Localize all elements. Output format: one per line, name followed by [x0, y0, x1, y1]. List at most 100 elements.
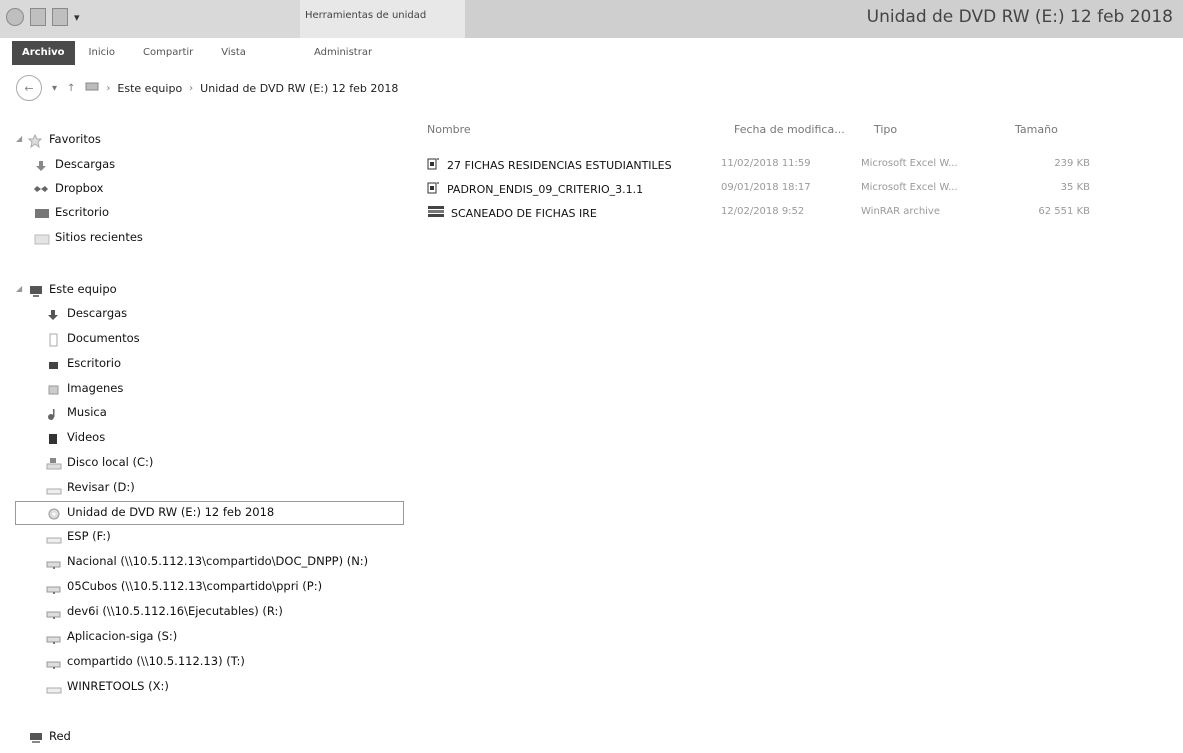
winrar-icon: [427, 205, 445, 222]
expand-arrow-icon[interactable]: ◢: [16, 277, 28, 301]
tree-item-descargas[interactable]: Descargas: [34, 301, 127, 325]
file-type: Microsoft Excel W...: [861, 182, 958, 193]
download-icon: [46, 306, 62, 320]
network-drive-icon: [46, 604, 62, 619]
tree-label: Aplicacion-siga (S:): [67, 629, 178, 643]
tree-item-disco-local-c[interactable]: Disco local (C:): [34, 450, 153, 474]
file-size: 35 KB: [1060, 182, 1090, 193]
file-name: 27 FICHAS RESIDENCIAS ESTUDIANTILES: [447, 159, 672, 172]
tree-label: Sitios recientes: [55, 230, 143, 244]
network-drive-icon: [46, 629, 62, 644]
tree-label: Red: [49, 729, 71, 743]
tree-item-sitios-recientes[interactable]: Sitios recientes: [34, 225, 143, 249]
desktop-icon: [34, 205, 50, 219]
chevron-right-icon: ›: [189, 82, 194, 94]
documents-icon: [46, 331, 62, 347]
tree-label: Revisar (D:): [67, 480, 135, 494]
excel-icon: [427, 181, 441, 198]
download-icon: [34, 157, 50, 171]
tree-item-documentos[interactable]: Documentos: [34, 326, 140, 350]
new-folder-icon[interactable]: [52, 8, 68, 26]
network-drive-icon: [46, 579, 62, 594]
system-menu-icon[interactable]: [6, 8, 24, 26]
tree-item-aplicacion-siga-s[interactable]: Aplicacion-siga (S:): [34, 624, 177, 648]
file-row[interactable]: PADRON_ENDIS_09_CRITERIO_3.1.1 09/01/201…: [427, 178, 1127, 200]
tree-item-nacional-n[interactable]: Nacional (\\10.5.112.13\compartido\DOC_D…: [34, 549, 368, 573]
file-row[interactable]: SCANEADO DE FICHAS IRE 12/02/2018 9:52 W…: [427, 202, 1127, 224]
address-bar: ← ▾ ↑ › Este equipo › Unidad de DVD RW (…: [0, 70, 1183, 106]
tree-item-fav-descargas[interactable]: Descargas: [34, 152, 115, 176]
tree-item-dropbox[interactable]: Dropbox: [34, 176, 103, 200]
computer-icon: [28, 282, 44, 297]
tree-red[interactable]: Red: [16, 724, 71, 748]
pictures-icon: [46, 381, 62, 395]
tree-label: Imagenes: [67, 381, 124, 395]
tree-item-imagenes[interactable]: Imagenes: [34, 376, 123, 400]
tab-compartir[interactable]: Compartir: [129, 38, 207, 68]
expand-arrow-icon[interactable]: ◢: [16, 127, 28, 151]
tree-item-revisar-d[interactable]: Revisar (D:): [34, 475, 135, 499]
tree-label: Descargas: [55, 157, 116, 171]
tree-label: WINRETOOLS (X:): [67, 679, 169, 693]
tree-label: Videos: [67, 430, 106, 444]
dropbox-icon: [34, 181, 50, 195]
breadcrumb-este-equipo[interactable]: Este equipo: [117, 82, 182, 95]
up-button[interactable]: ↑: [67, 83, 75, 94]
tree-item-winretools-x[interactable]: WINRETOOLS (X:): [34, 674, 169, 698]
music-icon: [46, 405, 62, 420]
desktop-icon: [46, 356, 62, 370]
tree-item-compartido-t[interactable]: compartido (\\10.5.112.13) (T:): [34, 649, 245, 673]
tree-label: 05Cubos (\\10.5.112.13\compartido\ppri (…: [67, 579, 323, 593]
tab-inicio[interactable]: Inicio: [75, 38, 129, 68]
file-size: 239 KB: [1054, 158, 1090, 169]
column-header-date[interactable]: Fecha de modifica...: [734, 123, 845, 139]
context-tab-label: Herramientas de unidad: [305, 10, 427, 21]
dvd-drive-icon: [46, 505, 62, 520]
properties-icon[interactable]: [30, 8, 46, 26]
tree-label: Unidad de DVD RW (E:) 12 feb 2018: [67, 505, 275, 519]
file-size: 62 551 KB: [1038, 206, 1090, 217]
file-name: PADRON_ENDIS_09_CRITERIO_3.1.1: [447, 183, 644, 196]
tab-vista[interactable]: Vista: [207, 38, 260, 68]
tree-label: Musica: [67, 405, 107, 419]
chevron-right-icon: ›: [106, 82, 111, 94]
tree-label: compartido (\\10.5.112.13) (T:): [67, 654, 245, 668]
file-name: SCANEADO DE FICHAS IRE: [451, 207, 597, 220]
tree-item-dvd-e[interactable]: Unidad de DVD RW (E:) 12 feb 2018: [34, 500, 274, 524]
back-arrow-icon: ←: [24, 81, 34, 95]
tree-label: ESP (F:): [67, 529, 111, 543]
recent-locations-icon[interactable]: ▾: [52, 83, 57, 94]
tree-label: Escritorio: [55, 205, 110, 219]
file-date: 09/01/2018 18:17: [721, 182, 811, 193]
tab-administrar[interactable]: Administrar: [300, 38, 386, 68]
recent-places-icon: [34, 230, 50, 245]
tree-item-dev6i-r[interactable]: dev6i (\\10.5.112.16\Ejecutables) (R:): [34, 599, 283, 623]
star-icon: [27, 132, 44, 149]
tree-item-escritorio[interactable]: Escritorio: [34, 351, 121, 375]
tree-item-05cubos-p[interactable]: 05Cubos (\\10.5.112.13\compartido\ppri (…: [34, 574, 322, 598]
tree-label: dev6i (\\10.5.112.16\Ejecutables) (R:): [67, 604, 283, 618]
title-bar: ▾ Herramientas de unidad Unidad de DVD R…: [0, 0, 1183, 38]
tree-este-equipo[interactable]: ◢ Este equipo: [16, 277, 117, 301]
file-date: 11/02/2018 11:59: [721, 158, 811, 169]
customize-qat-icon[interactable]: ▾: [74, 11, 80, 24]
tab-archivo[interactable]: Archivo: [12, 41, 75, 65]
tree-item-fav-escritorio[interactable]: Escritorio: [34, 200, 109, 224]
tree-label: Escritorio: [67, 356, 122, 370]
file-type: Microsoft Excel W...: [861, 158, 958, 169]
tree-item-videos[interactable]: Videos: [34, 425, 105, 449]
videos-icon: [46, 430, 62, 444]
breadcrumb-current-drive[interactable]: Unidad de DVD RW (E:) 12 feb 2018: [200, 82, 398, 95]
tree-item-musica[interactable]: Musica: [34, 400, 107, 424]
network-drive-icon: [46, 654, 62, 669]
file-row[interactable]: 27 FICHAS RESIDENCIAS ESTUDIANTILES 11/0…: [427, 154, 1127, 176]
column-header-name[interactable]: Nombre: [427, 123, 471, 139]
column-header-type[interactable]: Tipo: [874, 123, 897, 139]
column-header-size[interactable]: Tamaño: [1015, 123, 1058, 139]
tree-item-esp-f[interactable]: ESP (F:): [34, 524, 111, 548]
hard-drive-icon: [46, 455, 62, 470]
drive-icon: [46, 480, 62, 495]
tree-favoritos[interactable]: ◢ Favoritos: [16, 127, 101, 151]
tree-label: Dropbox: [55, 181, 104, 195]
back-button[interactable]: ←: [16, 75, 42, 101]
